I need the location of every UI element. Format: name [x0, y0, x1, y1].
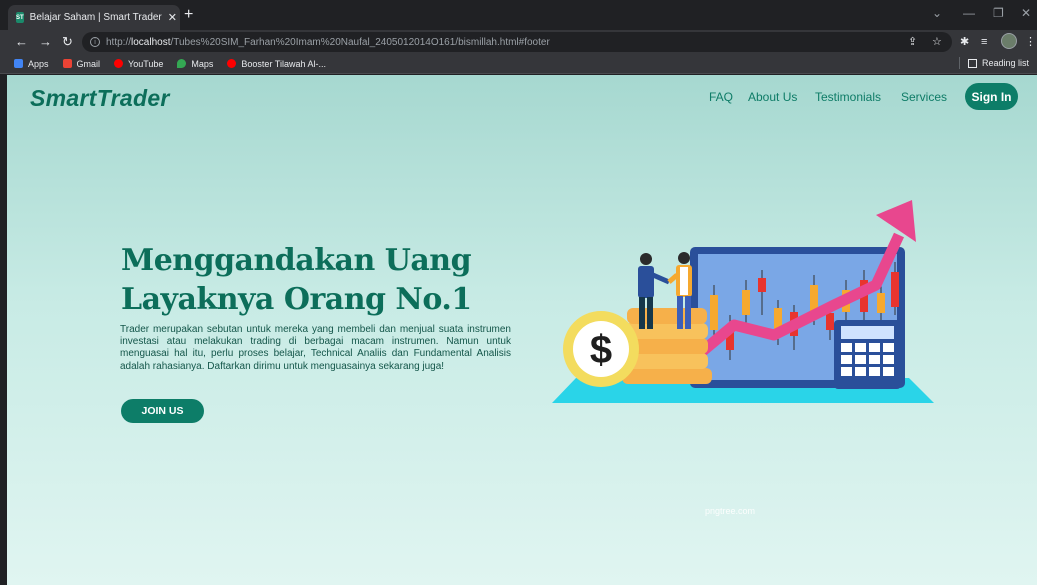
bookmark-star-icon[interactable]: ☆	[932, 35, 942, 49]
hero-headline: Menggandakan Uang Layaknya Orang No.1	[121, 241, 472, 319]
url-text: http://localhost/Tubes%20SIM_Farhan%20Im…	[106, 37, 550, 48]
youtube-icon	[227, 59, 237, 68]
bookmark-maps[interactable]: Maps	[177, 59, 213, 69]
extensions-icon[interactable]: ✱	[960, 35, 969, 49]
bookmark-booster-tilawah[interactable]: Booster Tilawah Al-...	[227, 59, 326, 69]
bookmarks-bar: Apps Gmail YouTube Maps Booster Tilawah …	[0, 54, 1037, 74]
reading-list-label: Reading list	[981, 58, 1029, 68]
bookmark-apps[interactable]: Apps	[14, 59, 49, 69]
media-icon[interactable]: ≡	[981, 35, 987, 49]
browser-tab[interactable]: ST Belajar Saham | Smart Trader ✕	[8, 5, 180, 30]
divider	[958, 57, 960, 69]
watermark-text: pngtree.com	[705, 506, 756, 516]
restore-icon[interactable]: ❐	[993, 6, 1004, 20]
bookmark-label: Gmail	[76, 58, 101, 69]
minimize-icon[interactable]: —	[963, 6, 975, 20]
youtube-icon	[114, 59, 124, 68]
profile-avatar[interactable]	[1001, 33, 1017, 49]
bookmark-label: Apps	[28, 58, 49, 69]
gmail-icon	[62, 59, 72, 68]
back-icon[interactable]: ←	[15, 34, 28, 50]
reading-list-button[interactable]: Reading list	[958, 57, 1029, 69]
bookmark-label: Maps	[191, 58, 214, 69]
tab-search-icon[interactable]: ⌄	[932, 6, 942, 20]
brand-logo[interactable]: SmartTrader	[30, 85, 170, 112]
close-window-icon[interactable]: ✕	[1021, 6, 1031, 20]
maps-pin-icon	[177, 59, 187, 68]
tab-close-icon[interactable]: ✕	[168, 11, 177, 24]
sign-in-button[interactable]: Sign In	[965, 83, 1018, 110]
browser-tabstrip: ST Belajar Saham | Smart Trader ✕ + ⌄ — …	[0, 0, 1037, 30]
reload-icon[interactable]: ↻	[62, 34, 73, 50]
tab-title: Belajar Saham | Smart Trader	[29, 12, 162, 23]
nav-link-about-us[interactable]: About Us	[748, 90, 797, 104]
url-prefix: http://	[106, 36, 132, 48]
share-icon[interactable]: ⇪	[908, 35, 917, 49]
address-bar[interactable]: i http://localhost/Tubes%20SIM_Farhan%20…	[82, 32, 952, 52]
new-tab-icon[interactable]: +	[184, 6, 193, 24]
hero-description: Trader merupakan sebutan untuk mereka ya…	[120, 324, 511, 372]
join-us-button[interactable]: JOIN US	[121, 399, 204, 423]
bookmark-gmail[interactable]: Gmail	[62, 58, 101, 69]
page-viewport: SmartTrader FAQ About Us Testimonials Se…	[7, 75, 1037, 585]
dollar-sign: $	[590, 328, 612, 372]
site-info-icon[interactable]: i	[90, 37, 100, 47]
url-path: /Tubes%20SIM_Farhan%20Imam%20Naufal_2405…	[170, 36, 550, 48]
bookmark-youtube[interactable]: YouTube	[114, 59, 163, 69]
reading-list-icon	[967, 58, 977, 68]
nav-link-services[interactable]: Services	[901, 90, 947, 104]
bookmark-label: YouTube	[128, 58, 164, 69]
apps-grid-icon	[14, 59, 23, 68]
browser-toolbar: ← → ↻ i http://localhost/Tubes%20SIM_Far…	[0, 30, 1037, 54]
headline-line-1: Menggandakan Uang	[121, 243, 472, 278]
site-favicon-icon: ST	[16, 12, 24, 23]
forward-icon[interactable]: →	[39, 34, 52, 50]
trading-illustration: $	[552, 200, 934, 403]
menu-icon[interactable]: ⋮	[1025, 35, 1036, 49]
bookmark-label: Booster Tilawah Al-...	[241, 58, 326, 69]
url-host: localhost	[131, 36, 171, 48]
headline-line-2: Layaknya Orang No.1	[121, 282, 472, 317]
nav-link-testimonials[interactable]: Testimonials	[815, 90, 881, 104]
nav-link-faq[interactable]: FAQ	[709, 90, 733, 104]
